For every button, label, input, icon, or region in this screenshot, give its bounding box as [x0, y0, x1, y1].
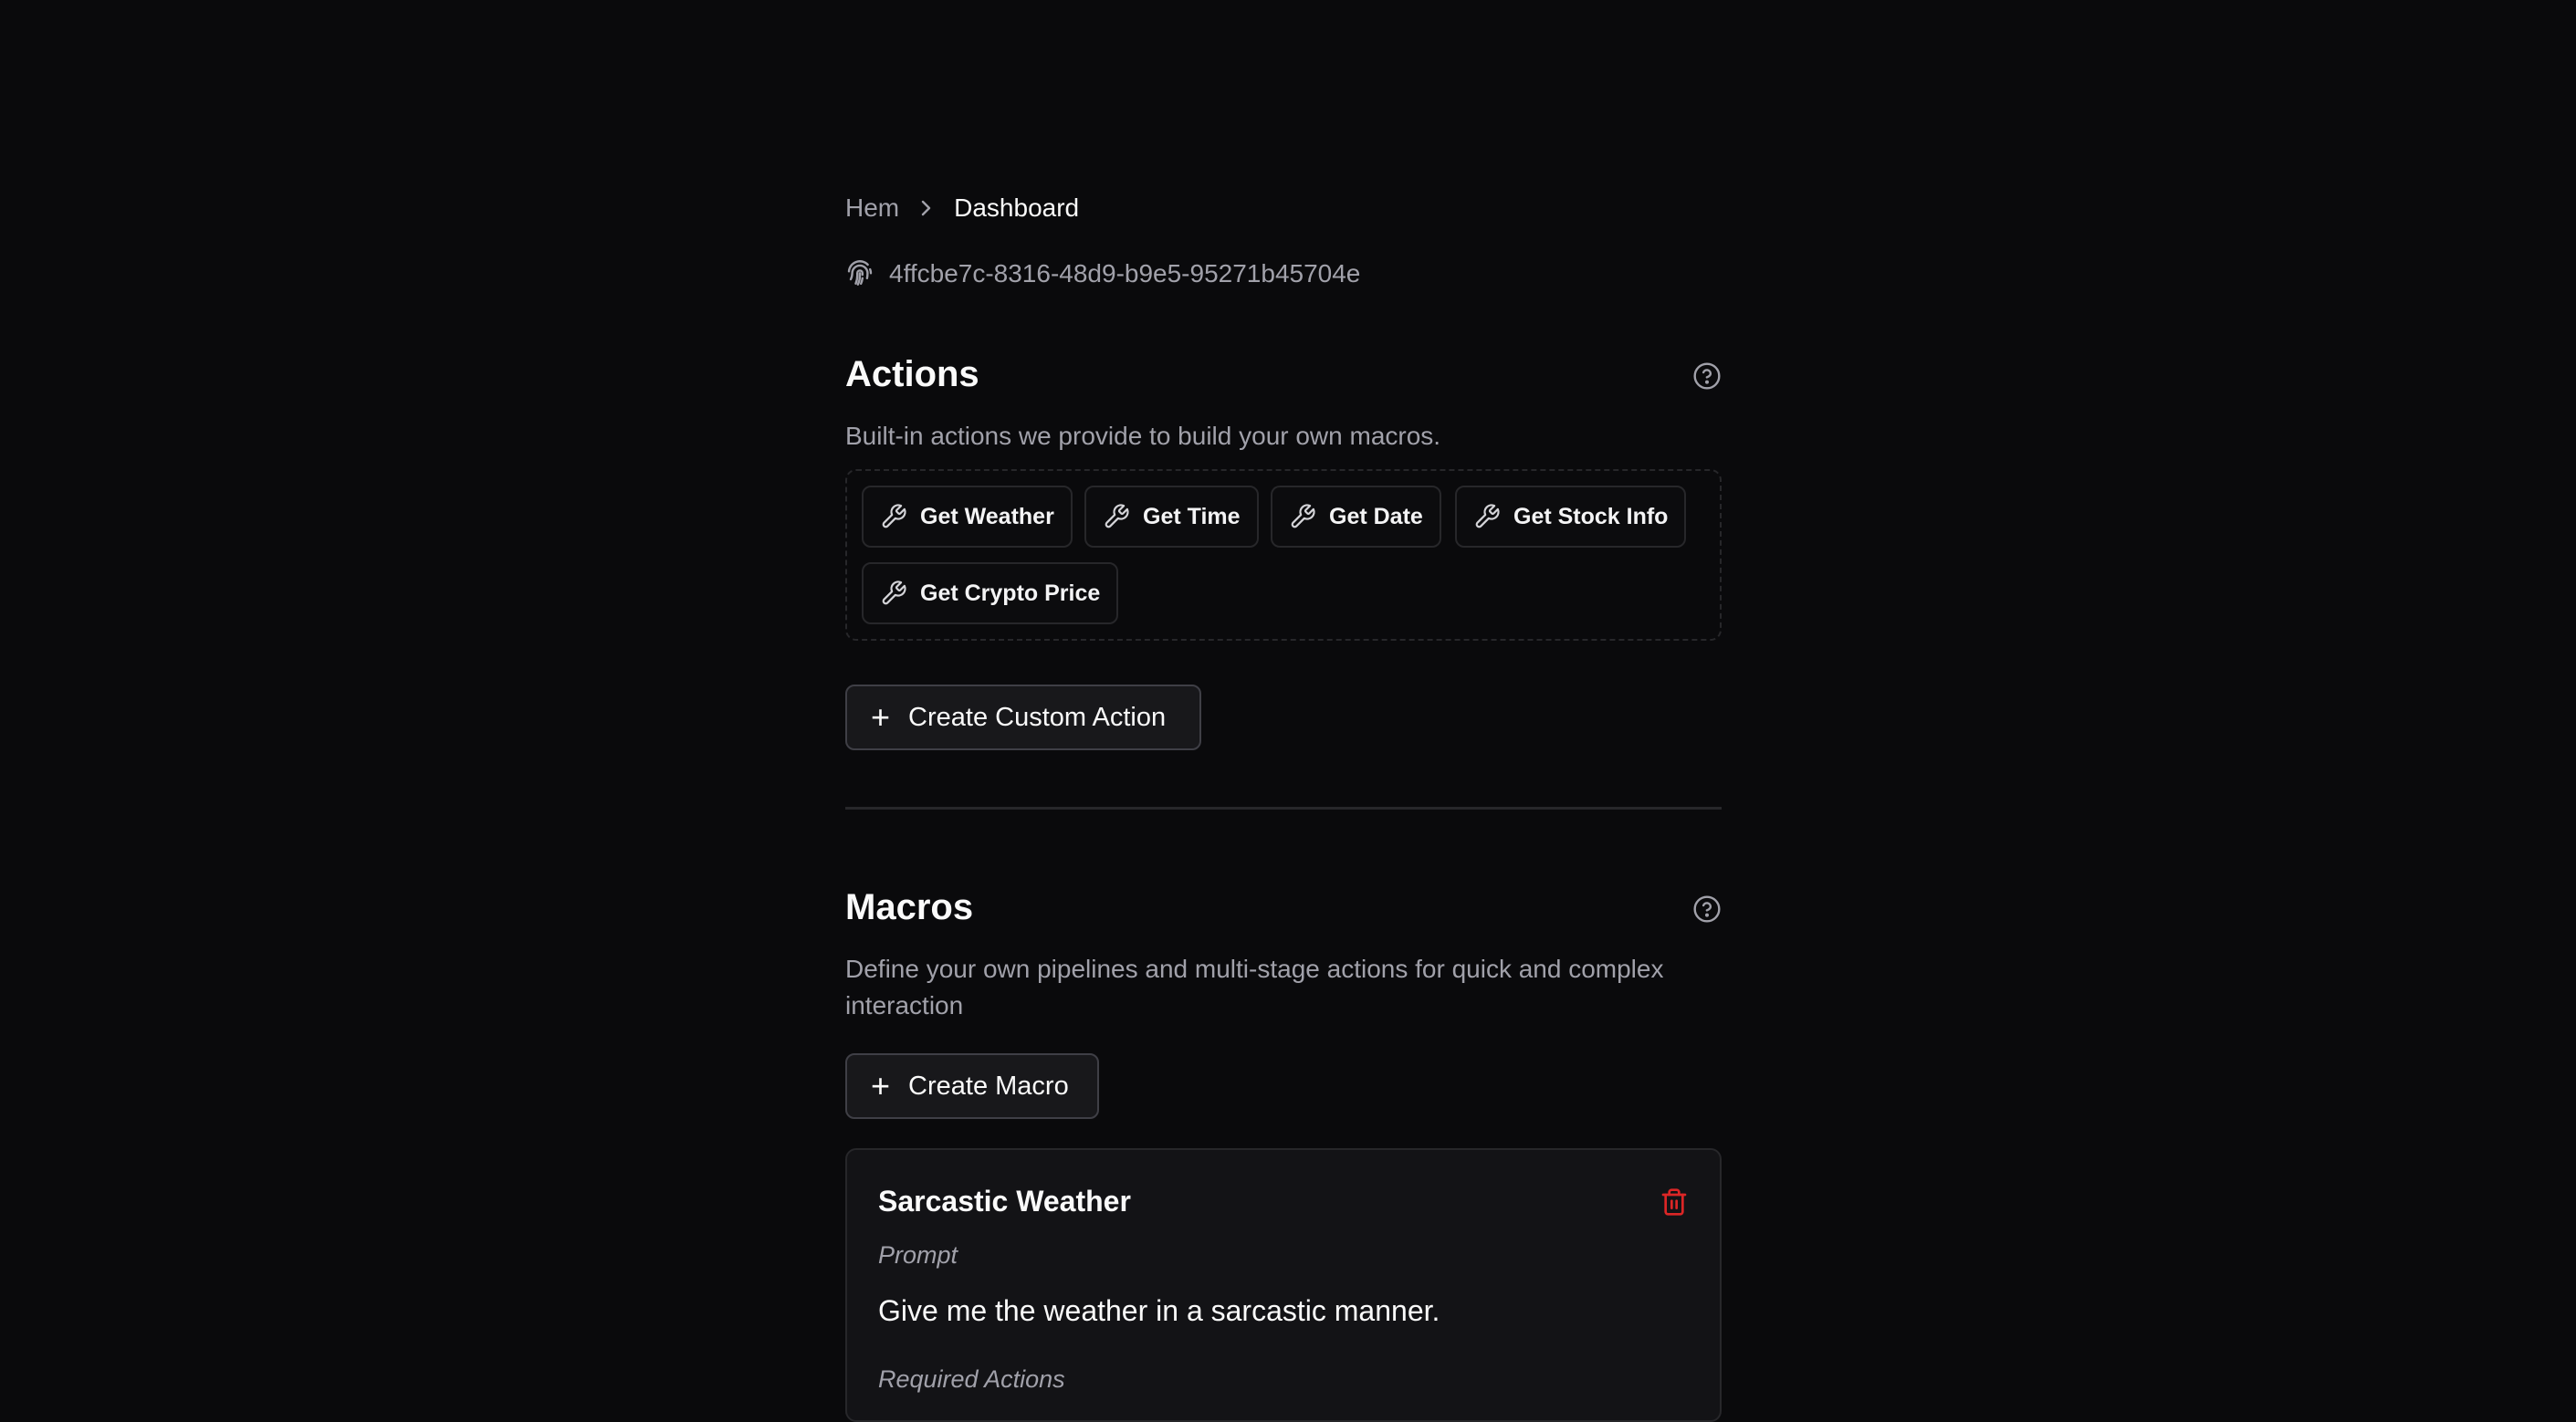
actions-title: Actions: [845, 354, 979, 394]
trash-icon[interactable]: [1660, 1187, 1689, 1218]
plus-icon: +: [871, 698, 891, 736]
action-chip-get-weather[interactable]: Get Weather: [862, 486, 1073, 548]
actions-list: Get Weather Get Time Get Date Get Stock …: [845, 469, 1722, 641]
action-label: Get Stock Info: [1513, 503, 1669, 529]
action-label: Get Date: [1329, 503, 1423, 529]
create-custom-action-label: Create Custom Action: [908, 702, 1167, 732]
help-circle-icon[interactable]: [1692, 361, 1722, 391]
action-chip-get-time[interactable]: Get Time: [1084, 486, 1259, 548]
plus-icon: +: [871, 1067, 891, 1104]
chevron-right-icon: [919, 199, 934, 217]
wrench-icon: [1475, 504, 1500, 528]
macros-description: Define your own pipelines and multi-stag…: [845, 955, 1664, 1019]
prompt-label: Prompt: [878, 1241, 958, 1269]
macros-title: Macros: [845, 887, 974, 927]
create-macro-label: Create Macro: [908, 1071, 1069, 1101]
action-chip-get-stock-info[interactable]: Get Stock Info: [1455, 486, 1687, 548]
breadcrumb: Hem Dashboard: [845, 193, 1079, 223]
action-chip-get-crypto-price[interactable]: Get Crypto Price: [862, 562, 1119, 624]
action-label: Get Weather: [920, 503, 1054, 529]
user-id-text: 4ffcbe7c-8316-48d9-b9e5-95271b45704e: [889, 259, 1361, 288]
user-id-row: 4ffcbe7c-8316-48d9-b9e5-95271b45704e: [845, 259, 1360, 288]
breadcrumb-home-link[interactable]: Hem: [845, 193, 899, 223]
create-custom-action-button[interactable]: + Create Custom Action: [845, 685, 1201, 750]
macro-card: Sarcastic Weather Prompt Give me the wea…: [845, 1148, 1722, 1422]
section-divider: [845, 807, 1722, 810]
breadcrumb-current: Dashboard: [954, 193, 1080, 222]
create-macro-button[interactable]: + Create Macro: [845, 1053, 1099, 1119]
action-chip-get-date[interactable]: Get Date: [1271, 486, 1441, 548]
wrench-icon: [1105, 504, 1129, 528]
wrench-icon: [1291, 504, 1315, 528]
action-label: Get Crypto Price: [920, 580, 1101, 606]
prompt-text: Give me the weather in a sarcastic manne…: [878, 1294, 1440, 1327]
help-circle-icon[interactable]: [1692, 894, 1722, 924]
fingerprint-icon: [847, 260, 873, 286]
actions-description: Built-in actions we provide to build you…: [845, 422, 1441, 450]
action-label: Get Time: [1143, 503, 1241, 529]
macro-name: Sarcastic Weather: [878, 1185, 1131, 1218]
wrench-icon: [882, 580, 906, 605]
wrench-icon: [882, 504, 906, 528]
required-actions-label: Required Actions: [878, 1365, 1065, 1393]
